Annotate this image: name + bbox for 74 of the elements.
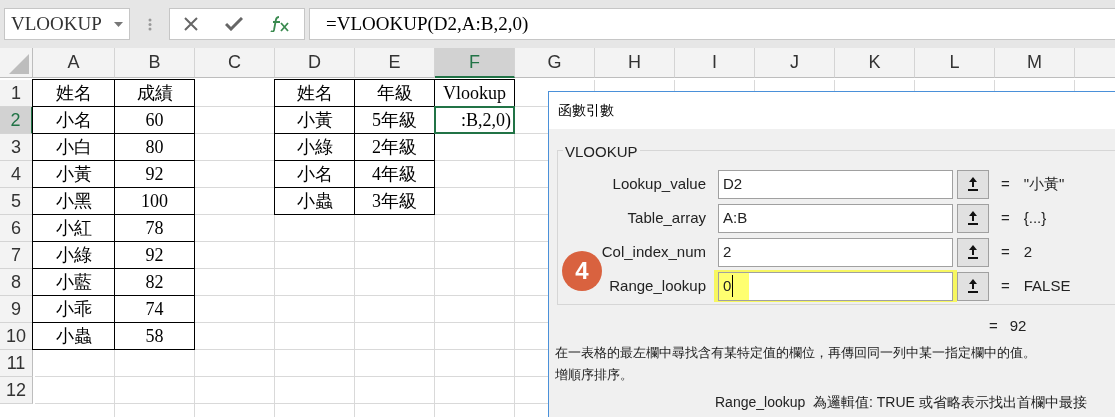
row-header[interactable]: 5 (0, 188, 33, 215)
formula-field[interactable]: =VLOOKUP(D2,A:B,2,0) (309, 8, 1115, 40)
table-cell: 3年級 (354, 187, 435, 215)
table-cell: 小蟲 (274, 187, 355, 215)
column-header[interactable]: L (915, 48, 995, 78)
collapse-dialog-button[interactable] (957, 237, 989, 267)
column-header[interactable]: H (595, 48, 675, 78)
table-cell: :B,2,0) (434, 106, 515, 134)
row-header[interactable]: 10 (0, 323, 33, 350)
upload-arrow-icon (968, 211, 978, 225)
argument-field[interactable]: A:B (718, 203, 953, 233)
drag-handle-icon (148, 18, 152, 31)
column-header[interactable]: C (195, 48, 275, 78)
row-header[interactable]: 4 (0, 161, 33, 188)
table-cell: 姓名 (32, 79, 115, 107)
equals-sign: = (1001, 207, 1010, 228)
argument-field[interactable]: 0 (718, 271, 953, 301)
equals-sign: = (989, 316, 998, 336)
table-cell: 小蟲 (32, 322, 115, 350)
argument-result: FALSE (1023, 275, 1071, 296)
cancel-icon[interactable] (183, 17, 198, 31)
dialog-title: 函數引數 (558, 101, 614, 120)
row-header[interactable]: 7 (0, 242, 33, 269)
checkmark-icon[interactable] (225, 17, 243, 31)
function-description: 在一表格的最左欄中尋找含有某特定值的欄位，再傳回同一列中某一指定欄中的值。 (555, 344, 1036, 362)
row-header[interactable]: 9 (0, 296, 33, 323)
table-cell: 58 (114, 322, 195, 350)
argument-result: {...} (1023, 207, 1047, 228)
upload-arrow-icon (968, 279, 978, 293)
column-header[interactable]: B (115, 48, 195, 78)
argument-result: "小黃" (1023, 173, 1065, 194)
row-header[interactable]: 8 (0, 269, 33, 296)
formula-text: =VLOOKUP(D2,A:B,2,0) (326, 11, 529, 36)
row-header[interactable]: 6 (0, 215, 33, 242)
column-header[interactable]: K (835, 48, 915, 78)
equals-sign: = (1001, 173, 1010, 194)
table-cell: Vlookup (434, 79, 515, 107)
function-icon[interactable] (270, 16, 291, 32)
column-header[interactable]: I (675, 48, 755, 78)
column-header[interactable]: J (755, 48, 835, 78)
argument-result: 2 (1023, 241, 1033, 262)
argument-label: Lookup_value (611, 173, 706, 194)
upload-arrow-icon (968, 177, 978, 191)
collapse-dialog-button[interactable] (957, 271, 989, 301)
argument-field[interactable]: 2 (718, 237, 953, 267)
table-cell: 成績 (114, 79, 195, 107)
row-header[interactable]: 2 (0, 107, 33, 134)
argument-label: Range_lookup (608, 275, 706, 296)
collapse-dialog-button[interactable] (957, 203, 989, 233)
function-description: 增順序排序。 (555, 366, 633, 384)
dropdown-arrow-icon (114, 21, 123, 27)
column-header[interactable]: G (515, 48, 595, 78)
equals-sign: = (1001, 241, 1010, 262)
column-header[interactable]: F (435, 48, 515, 78)
column-header[interactable]: A (33, 48, 115, 78)
formula-result: 92 (1009, 316, 1027, 336)
equals-sign: = (1001, 275, 1010, 296)
column-header[interactable]: D (275, 48, 355, 78)
collapse-dialog-button[interactable] (957, 169, 989, 199)
row-header[interactable]: 12 (0, 377, 33, 404)
row-header[interactable]: 1 (0, 80, 33, 107)
argument-field[interactable]: D2 (718, 169, 953, 199)
argument-help-text: 為邏輯值: TRUE 或省略表示找出首欄中最接 (813, 393, 1087, 412)
argument-label: Col_index_num (600, 241, 706, 262)
column-header[interactable]: E (355, 48, 435, 78)
upload-arrow-icon (968, 245, 978, 259)
argument-label: Table_array (626, 207, 706, 228)
row-header[interactable]: 11 (0, 350, 33, 377)
row-header[interactable]: 3 (0, 134, 33, 161)
table-cell: 姓名 (274, 79, 355, 107)
argument-help-label: Range_lookup (715, 393, 806, 412)
name-box-value: VLOOKUP (11, 11, 102, 36)
column-header[interactable]: M (995, 48, 1075, 78)
name-box[interactable]: VLOOKUP (4, 8, 130, 40)
